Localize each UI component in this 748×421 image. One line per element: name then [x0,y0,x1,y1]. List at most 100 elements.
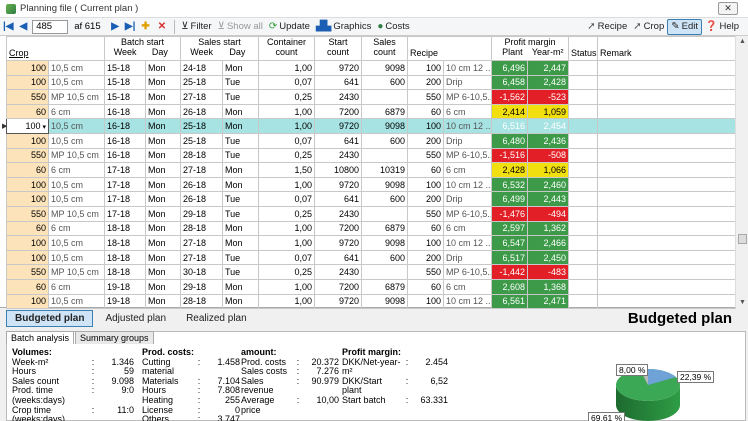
recipe-header[interactable]: Recipe [407,36,493,61]
tab-batch-analysis[interactable]: Batch analysis [6,331,75,344]
table-row[interactable]: 100 10,5 cm 18-18 Mon 27-18 Mon 1,00 9720 9098 10… [6,235,737,251]
container-count-cell[interactable]: 0,25 [258,147,316,164]
remark-cell[interactable] [597,103,737,120]
crop-cell[interactable]: 100 ▾ [6,118,49,134]
remark-cell[interactable] [597,162,737,178]
status-cell[interactable] [568,118,599,134]
crop-cell[interactable]: 100 [6,132,49,149]
edit-button[interactable]: ✎ Edit [667,18,702,35]
tab-realized-plan[interactable]: Realized plan [178,311,255,326]
record-number-input[interactable]: 485 [32,19,69,34]
crop-desc-cell[interactable]: 10,5 cm [47,60,106,76]
sales-start-header[interactable]: Sales start Week Day [180,36,260,61]
batch-week-cell[interactable]: 17-18 [104,176,147,193]
sales-count-cell[interactable]: 600 [361,132,409,149]
batch-week-cell[interactable]: 15-18 [104,60,147,76]
container-count-cell[interactable]: 1,00 [258,118,316,134]
crop-desc-cell[interactable]: MP 10,5 cm [47,205,106,222]
sales-week-cell[interactable]: 30-18 [180,264,224,280]
crop-desc-cell[interactable]: 6 cm [47,162,106,178]
year-margin-cell[interactable]: 2,450 [527,249,570,266]
recipe-desc-cell[interactable]: 6 cm [443,162,493,178]
year-margin-cell[interactable]: 1,368 [527,278,570,295]
crop-cell[interactable]: 60 [6,278,49,295]
remark-cell[interactable] [597,220,737,237]
recipe-cell[interactable]: 60 [407,220,445,237]
remark-cell[interactable] [597,74,737,91]
sales-day-cell[interactable]: Mon [222,60,260,76]
container-count-cell[interactable]: 0,25 [258,264,316,280]
container-count-cell[interactable]: 0,07 [258,74,316,91]
crop-cell[interactable]: 550 [6,205,49,222]
first-record-icon[interactable]: |◀ [0,21,17,32]
table-row[interactable]: 60 6 cm 19-18 Mon 29-18 Mon 1,00 7200 6879 60 6 cm… [6,278,737,295]
batch-week-cell[interactable]: 15-18 [104,74,147,91]
crop-desc-cell[interactable]: 10,5 cm [47,235,106,251]
container-count-header[interactable]: Container count [258,36,316,61]
plant-margin-cell[interactable]: 6,532 [491,176,529,193]
recipe-cell[interactable]: 200 [407,249,445,266]
crop-desc-cell[interactable]: 6 cm [47,278,106,295]
batch-week-cell[interactable]: 18-18 [104,264,147,280]
plant-margin-cell[interactable]: 2,597 [491,220,529,237]
recipe-desc-cell[interactable]: MP 6-10,5... [443,89,493,105]
recipe-cell[interactable]: 550 [407,89,445,105]
recipe-button[interactable]: ➚ Recipe [584,19,630,35]
scroll-thumb[interactable] [738,234,747,244]
filter-button[interactable]: ⊻ Filter [178,19,214,35]
plant-margin-cell[interactable]: 2,608 [491,278,529,295]
crop-desc-cell[interactable]: 10,5 cm [47,132,106,149]
start-count-cell[interactable]: 7200 [314,278,363,295]
crop-desc-cell[interactable]: 6 cm [47,103,106,120]
plant-margin-cell[interactable]: 6,480 [491,132,529,149]
crop-cell[interactable]: 100 [6,60,49,76]
next-record-icon[interactable]: ▶ [108,21,122,32]
plant-margin-cell[interactable]: 6,561 [491,293,529,310]
batch-week-cell[interactable]: 17-18 [104,162,147,178]
status-cell[interactable] [568,162,599,178]
remark-cell[interactable] [597,118,737,134]
crop-cell[interactable]: 100 [6,293,49,310]
sales-week-cell[interactable]: 27-18 [180,89,224,105]
start-count-cell[interactable]: 9720 [314,118,363,134]
sales-day-cell[interactable]: Mon [222,293,260,310]
remark-cell[interactable] [597,278,737,295]
batch-week-cell[interactable]: 19-18 [104,278,147,295]
start-count-cell[interactable]: 10800 [314,162,363,178]
sales-count-cell[interactable]: 600 [361,249,409,266]
delete-record-button[interactable]: ✕ [155,19,171,35]
batch-day-cell[interactable]: Mon [145,293,182,310]
table-row[interactable]: 100 10,5 cm 19-18 Mon 28-18 Mon 1,00 9720 9098 10… [6,293,737,310]
year-margin-cell[interactable]: 1,066 [527,162,570,178]
sales-count-cell[interactable]: 9098 [361,176,409,193]
sales-count-cell[interactable] [361,205,409,222]
status-cell[interactable] [568,74,599,91]
sales-count-cell[interactable] [361,89,409,105]
prev-record-icon[interactable]: ◀ [17,21,31,32]
crop-cell[interactable]: 100 [6,235,49,251]
container-count-cell[interactable]: 1,00 [258,220,316,237]
crop-desc-cell[interactable]: MP 10,5 cm [47,147,106,164]
sales-day-cell[interactable]: Tue [222,249,260,266]
status-cell[interactable] [568,103,599,120]
crop-desc-cell[interactable]: 10,5 cm [47,176,106,193]
crop-desc-cell[interactable]: 10,5 cm [47,293,106,310]
remark-cell[interactable] [597,293,737,310]
table-row[interactable]: 550 MP 10,5 cm 17-18 Mon 29-18 Tue 0,25 2430 550… [6,205,737,222]
recipe-desc-cell[interactable]: 6 cm [443,220,493,237]
crop-desc-cell[interactable]: 6 cm [47,220,106,237]
crop-cell[interactable]: 100 [6,249,49,266]
container-count-cell[interactable]: 1,00 [258,293,316,310]
recipe-desc-cell[interactable]: Drip [443,191,493,207]
crop-cell[interactable]: 100 [6,176,49,193]
year-margin-cell[interactable]: 2,466 [527,235,570,251]
batch-day-cell[interactable]: Mon [145,249,182,266]
recipe-cell[interactable]: 200 [407,132,445,149]
sales-count-cell[interactable]: 9098 [361,235,409,251]
sales-day-cell[interactable]: Mon [222,235,260,251]
sales-week-cell[interactable]: 28-18 [180,293,224,310]
container-count-cell[interactable]: 0,25 [258,89,316,105]
batch-day-cell[interactable]: Mon [145,60,182,76]
plant-margin-cell[interactable]: 6,458 [491,74,529,91]
year-margin-cell[interactable]: -508 [527,147,570,164]
